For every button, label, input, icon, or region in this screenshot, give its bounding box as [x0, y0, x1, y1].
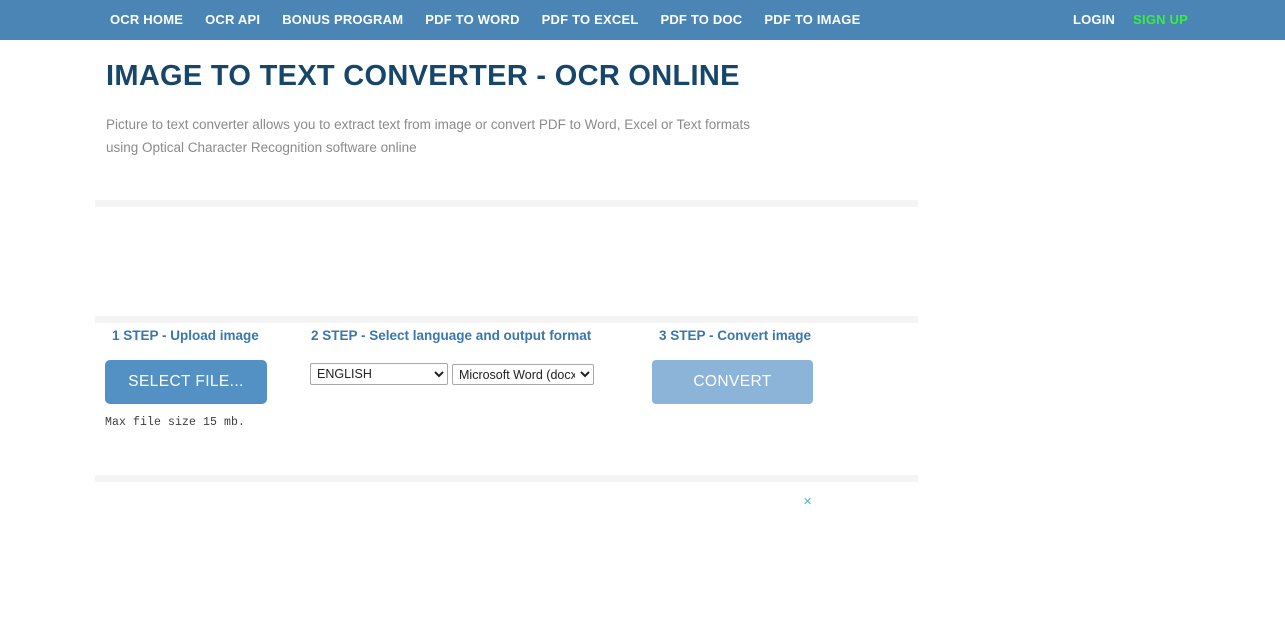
- advertisement-slot-top[interactable]: [95, 207, 918, 316]
- right-advertisement-rail: [930, 80, 1285, 628]
- account-nav-links: LOGIN SIGN UP: [1073, 0, 1188, 40]
- nav-pdf-to-word[interactable]: PDF TO WORD: [425, 0, 519, 40]
- nav-pdf-to-image[interactable]: PDF TO IMAGE: [764, 0, 860, 40]
- nav-ocr-home[interactable]: OCR HOME: [110, 0, 183, 40]
- step-3-label: 3 STEP - Convert image: [659, 328, 812, 343]
- output-format-select[interactable]: Microsoft Word (docx): [452, 364, 594, 385]
- login-link[interactable]: LOGIN: [1073, 0, 1115, 40]
- convert-button[interactable]: CONVERT: [652, 360, 813, 404]
- nav-bonus-program[interactable]: BONUS PROGRAM: [282, 0, 403, 40]
- ad-close-icon-1[interactable]: ✕: [803, 497, 812, 508]
- primary-nav-links: OCR HOME OCR API BONUS PROGRAM PDF TO WO…: [110, 0, 860, 40]
- select-file-button[interactable]: SELECT FILE...: [105, 360, 267, 404]
- divider-middle: [95, 316, 918, 323]
- divider-top: [95, 200, 918, 207]
- step-1-label: 1 STEP - Upload image: [112, 328, 259, 343]
- step-2-label: 2 STEP - Select language and output form…: [311, 328, 592, 343]
- advertisement-slot-bottom[interactable]: [95, 482, 918, 628]
- signup-link[interactable]: SIGN UP: [1133, 0, 1188, 40]
- page-subtitle: Picture to text converter allows you to …: [106, 116, 750, 155]
- language-select[interactable]: ENGLISH: [310, 363, 448, 385]
- divider-bottom: [95, 475, 918, 482]
- page-title: IMAGE TO TEXT CONVERTER - OCR ONLINE: [106, 60, 740, 92]
- top-navigation-bar: OCR HOME OCR API BONUS PROGRAM PDF TO WO…: [0, 0, 1285, 40]
- nav-pdf-to-doc[interactable]: PDF TO DOC: [660, 0, 742, 40]
- nav-ocr-api[interactable]: OCR API: [205, 0, 260, 40]
- nav-pdf-to-excel[interactable]: PDF TO EXCEL: [542, 0, 639, 40]
- max-file-size-note: Max file size 15 mb.: [105, 416, 246, 429]
